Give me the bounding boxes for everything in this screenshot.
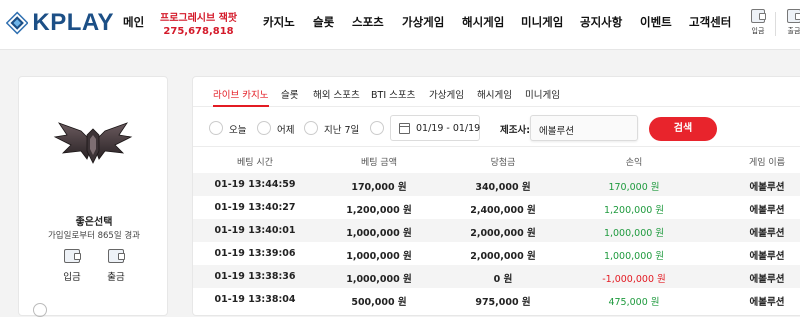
calendar-icon (399, 123, 410, 134)
cell-game-name: 에볼루션 (749, 182, 785, 193)
cell-bet-time: 01-19 13:44:59 (214, 179, 296, 190)
wallet-icon (787, 9, 800, 23)
header-deposit-button[interactable]: 입금 (746, 9, 770, 43)
radio-last-7-days[interactable] (304, 121, 318, 135)
tab-virtual-game[interactable]: 가상게임 (429, 87, 464, 101)
cell-profit-loss: 1,000,000 원 (603, 251, 665, 262)
col-game-name: 게임 이름 (749, 158, 785, 168)
nav-mini-game[interactable]: 미니게임 (521, 0, 563, 44)
tab-mini-game[interactable]: 미니게임 (525, 87, 560, 101)
nav-event[interactable]: 이벤트 (640, 0, 672, 44)
cell-win-amount: 340,000 원 (475, 182, 531, 193)
cell-profit-loss: 170,000 원 (608, 182, 660, 193)
table-row: 01-19 13:39:06 1,000,000 원 2,000,000 원 1,00… (193, 242, 800, 265)
table-header: 베팅 시간 베팅 금액 당첨금 손익 게임 이름 (193, 148, 800, 172)
nav-progressive-jackpot[interactable]: 프로그레시브 잭팟 275,678,818 (160, 12, 237, 38)
cell-profit-loss: 1,200,000 원 (603, 205, 665, 216)
jackpot-title: 프로그레시브 잭팟 (160, 13, 238, 24)
logo[interactable]: KPLAY (6, 8, 114, 38)
profile-withdraw-button[interactable]: 출금 (103, 249, 129, 283)
cell-bet-amount: 1,200,000 원 (346, 205, 412, 216)
cell-win-amount: 2,000,000 원 (470, 228, 536, 239)
wallet-icon (751, 9, 766, 23)
table-row: 01-19 13:44:59 170,000 원 340,000 원 170,000 … (193, 173, 800, 196)
cell-bet-amount: 1,000,000 원 (346, 228, 412, 239)
profile-deposit-label: 입금 (63, 272, 81, 283)
table-row: 01-19 13:38:36 1,000,000 원 0 원 -1,000,000 원… (193, 265, 800, 288)
cell-win-amount: 0 원 (493, 274, 513, 285)
cell-bet-amount: 1,000,000 원 (346, 251, 412, 262)
col-bet-time: 베팅 시간 (237, 158, 273, 168)
wallet-icon (64, 249, 81, 263)
profile-nickname: 좋은선택 (75, 217, 113, 228)
col-profit-loss: 손익 (625, 158, 643, 168)
col-bet-amount: 베팅 금액 (361, 158, 397, 168)
nav-customer-center[interactable]: 고객센터 (689, 0, 731, 44)
cell-game-name: 에볼루션 (749, 251, 785, 262)
rank-emblem-icon (53, 122, 133, 164)
profile-menu-icon[interactable] (33, 303, 47, 317)
cell-bet-time: 01-19 13:38:04 (214, 294, 296, 305)
nav-main[interactable]: 메인 (123, 0, 144, 44)
cell-win-amount: 2,400,000 원 (470, 205, 536, 216)
cell-bet-time: 01-19 13:38:36 (214, 271, 296, 282)
search-button[interactable]: 검색 (649, 117, 717, 141)
cell-game-name: 에볼루션 (749, 228, 785, 239)
radio-yesterday[interactable] (257, 121, 271, 135)
profile-withdraw-label: 출금 (107, 272, 125, 283)
header-divider (775, 12, 776, 36)
tab-overseas-sports[interactable]: 해외 스포츠 (313, 87, 360, 101)
radio-today[interactable] (209, 121, 223, 135)
table-row: 01-19 13:38:04 500,000 원 975,000 원 475,000 … (193, 288, 800, 311)
provider-label: 제조사: (500, 125, 531, 136)
nav-slot[interactable]: 슬롯 (313, 0, 334, 44)
tab-live-casino[interactable]: 라이브 카지노 (213, 87, 268, 101)
jackpot-amount: 275,678,818 (163, 26, 234, 37)
header-deposit-label: 입금 (751, 27, 765, 35)
radio-today-label: 오늘 (229, 125, 247, 136)
cell-win-amount: 2,000,000 원 (470, 251, 536, 262)
radio-custom-range[interactable] (370, 121, 384, 135)
tab-hash-game[interactable]: 해시게임 (477, 87, 512, 101)
header-withdraw-label: 출금 (787, 27, 800, 35)
nav-casino[interactable]: 카지노 (263, 0, 295, 44)
tab-slot[interactable]: 슬롯 (281, 87, 298, 101)
nav-sports[interactable]: 스포츠 (352, 0, 384, 44)
profile-card: 좋은선택 가입일로부터 865일 경과 입금 출금 (18, 76, 168, 317)
cell-profit-loss: -1,000,000 원 (602, 274, 666, 285)
date-range-value: 01/19 - 01/19 (416, 123, 481, 134)
col-win-amount: 당첨금 (490, 158, 516, 168)
wallet-icon (108, 249, 125, 263)
tab-bti-sports[interactable]: BTI 스포츠 (371, 87, 415, 101)
radio-yesterday-label: 어제 (277, 125, 295, 136)
cell-bet-time: 01-19 13:39:06 (214, 248, 296, 259)
cell-game-name: 에볼루션 (749, 274, 785, 285)
table-row: 01-19 13:40:01 1,000,000 원 2,000,000 원 1,00… (193, 219, 800, 242)
game-tabs: 라이브 카지노 슬롯 해외 스포츠 BTI 스포츠 가상게임 해시게임 미니게임 (193, 77, 800, 107)
cell-bet-time: 01-19 13:40:27 (214, 202, 296, 213)
radio-last-7-days-label: 지난 7일 (324, 125, 360, 136)
logo-text: KPLAY (32, 9, 114, 36)
cell-bet-amount: 1,000,000 원 (346, 274, 412, 285)
filter-bar: 오늘 어제 지난 7일 01/19 - 01/19 제조사: 에볼루션 검색 (193, 107, 800, 147)
kplay-logo-icon (6, 11, 29, 35)
cell-profit-loss: 1,000,000 원 (603, 228, 665, 239)
betting-history-panel: 라이브 카지노 슬롯 해외 스포츠 BTI 스포츠 가상게임 해시게임 미니게임… (192, 76, 800, 316)
date-range-picker[interactable]: 01/19 - 01/19 (390, 115, 480, 141)
nav-virtual-game[interactable]: 가상게임 (402, 0, 444, 44)
profile-deposit-button[interactable]: 입금 (59, 249, 85, 283)
top-header: KPLAY 메인 프로그레시브 잭팟 275,678,818 카지노 슬롯 스포… (0, 0, 800, 50)
nav-notice[interactable]: 공지사항 (580, 0, 622, 44)
table-row: 01-19 13:40:27 1,200,000 원 2,400,000 원 1,20… (193, 196, 800, 219)
profile-member-since: 가입일로부터 865일 경과 (47, 231, 140, 241)
cell-bet-amount: 170,000 원 (351, 182, 407, 193)
provider-select[interactable]: 에볼루션 (530, 115, 638, 141)
nav-hash-game[interactable]: 해시게임 (462, 0, 504, 44)
header-withdraw-button[interactable]: 출금 (782, 9, 800, 43)
cell-bet-time: 01-19 13:40:01 (214, 225, 296, 236)
cell-game-name: 에볼루션 (749, 205, 785, 216)
